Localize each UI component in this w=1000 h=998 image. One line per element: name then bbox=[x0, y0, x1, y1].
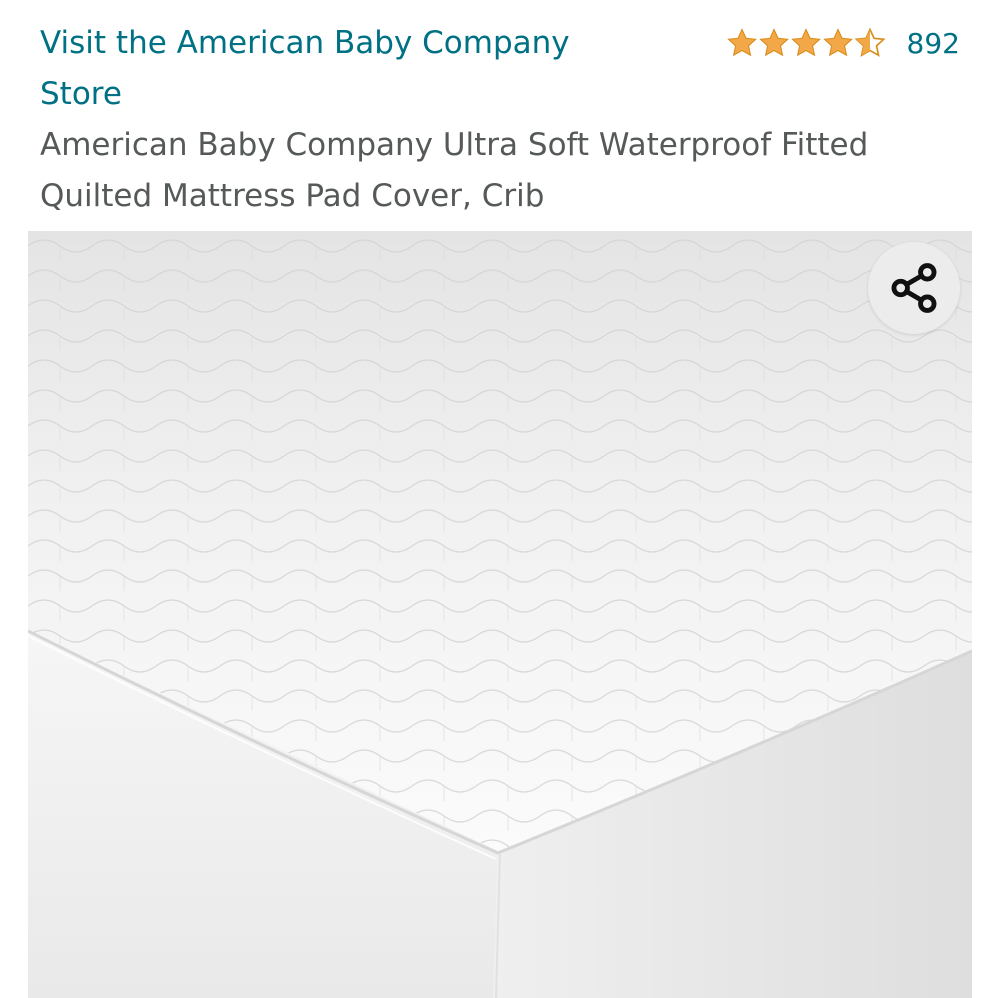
share-button[interactable] bbox=[868, 242, 960, 334]
star-full-icon bbox=[822, 28, 853, 57]
product-image[interactable] bbox=[28, 231, 972, 998]
share-icon bbox=[891, 263, 937, 313]
rating-count: 892 bbox=[906, 26, 960, 60]
star-full-icon bbox=[790, 28, 821, 57]
star-half-icon bbox=[854, 27, 886, 57]
mattress-pad-image bbox=[28, 231, 972, 998]
rating-summary[interactable]: 892 bbox=[725, 26, 960, 60]
store-link[interactable]: Visit the American Baby Company Store bbox=[40, 18, 660, 120]
product-title: American Baby Company Ultra Soft Waterpr… bbox=[40, 127, 869, 214]
star-full-icon bbox=[758, 28, 789, 57]
star-full-icon bbox=[726, 28, 757, 57]
star-rating bbox=[725, 26, 886, 60]
